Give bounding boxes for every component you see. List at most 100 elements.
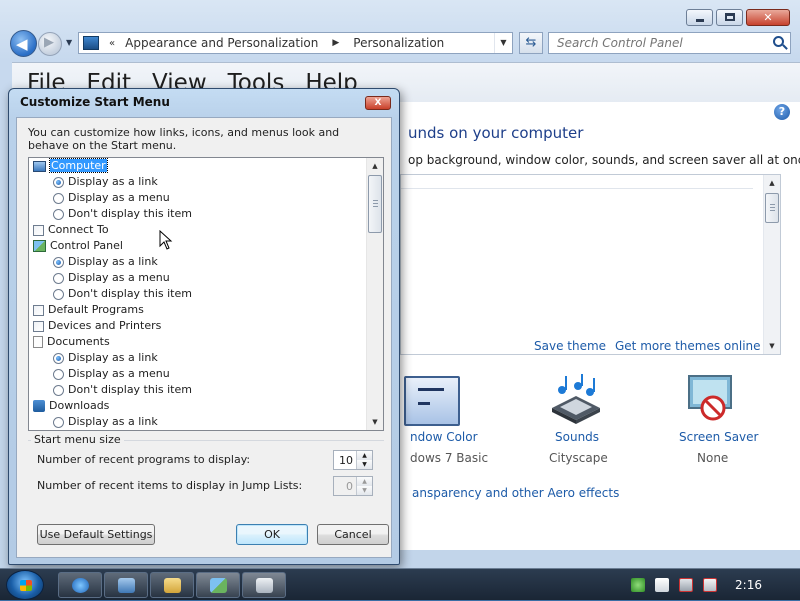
options-list-scrollbar[interactable]: ▲ ▼ (366, 158, 383, 430)
breadcrumb-personalization[interactable]: Personalization (353, 36, 444, 50)
radio-control-panel-hide[interactable]: Don't display this item (53, 286, 192, 302)
radio-label: Don't display this item (68, 287, 192, 300)
radio-computer-menu[interactable]: Display as a menu (53, 190, 170, 206)
spin-up-icon[interactable]: ▲ (357, 451, 372, 460)
scroll-down-arrow-icon[interactable]: ▼ (764, 338, 780, 354)
taskbar-control-panel[interactable] (196, 572, 240, 598)
spin-down-icon[interactable]: ▼ (357, 460, 372, 469)
get-more-themes-link[interactable]: Get more themes online (615, 339, 761, 353)
action-center-icon[interactable] (631, 578, 646, 592)
list-item-documents[interactable]: Documents (33, 334, 110, 350)
window-caption-buttons: ✕ (686, 9, 790, 26)
sounds-value: Cityscape (549, 451, 608, 465)
start-button[interactable] (6, 570, 44, 600)
search-box[interactable] (548, 32, 791, 54)
theme-list-scrollbar[interactable]: ▲ ▼ (763, 175, 780, 354)
checkbox-connect-to[interactable]: Connect To (33, 222, 109, 238)
checkbox[interactable] (33, 320, 44, 332)
notification-area: 2:16 (631, 569, 800, 601)
scroll-thumb[interactable] (765, 193, 779, 223)
sounds-link[interactable]: Sounds (555, 430, 599, 444)
network-icon[interactable] (679, 578, 694, 592)
checkbox-devices-printers[interactable]: Devices and Printers (33, 318, 161, 334)
minimize-button[interactable] (686, 9, 713, 26)
spin-down-icon: ▼ (357, 486, 372, 495)
breadcrumb-separator-icon[interactable]: ▶ (332, 38, 339, 48)
windows-explorer-icon (164, 578, 181, 593)
window-color-icon[interactable] (404, 376, 460, 426)
use-default-settings-button[interactable]: Use Default Settings (37, 524, 155, 545)
taskbar-start-menu-properties[interactable] (242, 572, 286, 598)
taskbar-windows-explorer[interactable] (150, 572, 194, 598)
taskbar-internet-explorer[interactable] (58, 572, 102, 598)
cancel-button[interactable]: Cancel (317, 524, 389, 545)
refresh-button[interactable]: ⇆ (519, 32, 543, 54)
forward-button[interactable]: ▶ (38, 32, 62, 56)
radio-computer-link[interactable]: Display as a link (53, 174, 158, 190)
radio-downloads-link[interactable]: Display as a link (53, 414, 158, 430)
spinner-value[interactable]: 10 (339, 454, 353, 467)
breadcrumb-appearance[interactable]: Appearance and Personalization (125, 36, 318, 50)
dialog-close-button[interactable]: X (365, 96, 391, 110)
back-button[interactable]: ◀ (10, 30, 37, 57)
list-item-computer[interactable]: Computer (33, 158, 108, 174)
maximize-button[interactable] (716, 9, 743, 26)
radio-button[interactable] (53, 176, 64, 188)
search-icon[interactable] (773, 36, 784, 47)
remote-desktop-icon (118, 578, 135, 593)
internet-explorer-icon (72, 578, 89, 593)
list-item-downloads[interactable]: Downloads (33, 398, 109, 414)
scroll-down-arrow-icon[interactable]: ▼ (367, 414, 383, 430)
radio-button[interactable] (53, 272, 64, 284)
save-theme-link[interactable]: Save theme (534, 339, 606, 353)
radio-button[interactable] (53, 384, 64, 396)
scroll-thumb[interactable] (368, 175, 382, 233)
sounds-icon[interactable] (548, 372, 604, 426)
radio-label: Display as a menu (68, 367, 170, 380)
window-close-button[interactable]: ✕ (746, 9, 790, 26)
radio-control-panel-menu[interactable]: Display as a menu (53, 270, 170, 286)
aero-effects-link[interactable]: ansparency and other Aero effects (412, 486, 619, 500)
scroll-up-arrow-icon[interactable]: ▲ (764, 175, 780, 191)
start-menu-options-list[interactable]: Computer Display as a link Display as a … (28, 157, 384, 431)
radio-button[interactable] (53, 352, 64, 364)
checkbox-default-programs[interactable]: Default Programs (33, 302, 144, 318)
back-arrow-icon: ◀ (16, 35, 28, 53)
screen-saver-link[interactable]: Screen Saver (679, 430, 758, 444)
radio-button[interactable] (53, 256, 64, 268)
search-input[interactable] (555, 33, 765, 53)
recent-programs-spinner[interactable]: 10 ▲ ▼ (333, 450, 373, 470)
address-dropdown-icon[interactable]: ▼ (494, 33, 512, 53)
checkbox[interactable] (33, 224, 44, 236)
list-item-control-panel[interactable]: Control Panel (33, 238, 123, 254)
radio-label: Display as a menu (68, 271, 170, 284)
page-description: op background, window color, sounds, and… (408, 153, 800, 167)
window-color-link[interactable]: ndow Color (410, 430, 478, 444)
address-chevron-icon[interactable]: « (109, 38, 115, 49)
radio-label: Display as a link (68, 255, 158, 268)
radio-button[interactable] (53, 208, 64, 220)
theme-list[interactable]: ▲ ▼ (400, 174, 781, 355)
radio-label: Display as a link (68, 175, 158, 188)
radio-button[interactable] (53, 416, 64, 428)
radio-label: Don't display this item (68, 207, 192, 220)
radio-documents-link[interactable]: Display as a link (53, 350, 158, 366)
clock[interactable]: 2:16 (735, 578, 762, 592)
address-bar[interactable]: « Appearance and Personalization ▶ Perso… (78, 32, 513, 54)
scroll-up-arrow-icon[interactable]: ▲ (367, 158, 383, 174)
radio-button[interactable] (53, 288, 64, 300)
checkbox[interactable] (33, 304, 44, 316)
flag-icon[interactable] (655, 578, 670, 592)
taskbar-remote-desktop[interactable] (104, 572, 148, 598)
help-icon[interactable]: ? (774, 104, 790, 120)
radio-documents-hide[interactable]: Don't display this item (53, 382, 192, 398)
volume-muted-icon[interactable] (703, 578, 718, 592)
radio-documents-menu[interactable]: Display as a menu (53, 366, 170, 382)
recent-pages-dropdown[interactable]: ▼ (66, 38, 72, 47)
radio-control-panel-link[interactable]: Display as a link (53, 254, 158, 270)
radio-computer-hide[interactable]: Don't display this item (53, 206, 192, 222)
ok-button[interactable]: OK (236, 524, 308, 545)
radio-button[interactable] (53, 368, 64, 380)
screen-saver-icon[interactable] (683, 372, 737, 426)
radio-button[interactable] (53, 192, 64, 204)
